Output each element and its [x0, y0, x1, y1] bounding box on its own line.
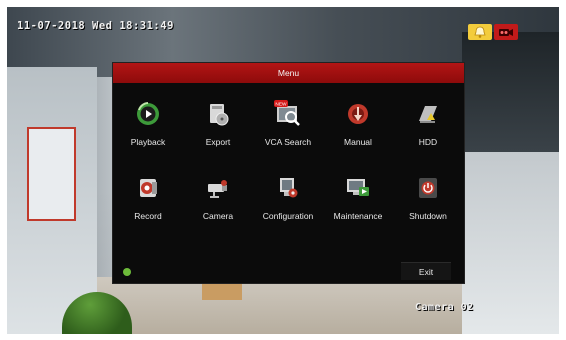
menu-item-record[interactable]: Record	[113, 157, 183, 231]
osd-datetime: 11-07-2018 Wed 18:31:49	[17, 20, 174, 32]
maintenance-icon	[343, 173, 373, 203]
vca-search-icon: NEW	[273, 99, 303, 129]
menu-item-label: Camera	[202, 211, 234, 221]
shutdown-icon	[413, 173, 443, 203]
status-indicator-icon	[123, 268, 131, 276]
menu-item-label: Shutdown	[409, 211, 447, 221]
camera-alert-icon	[494, 24, 518, 40]
menu-item-manual[interactable]: Manual	[323, 83, 393, 157]
menu-item-camera[interactable]: Camera	[183, 157, 253, 231]
exit-button[interactable]: Exit	[401, 262, 451, 280]
camera-icon	[203, 173, 233, 203]
feed-wall-right	[462, 152, 559, 334]
osd-status-icons	[468, 24, 518, 40]
menu-item-playback[interactable]: Playback	[113, 83, 183, 157]
osd-camera-label: Camera 02	[415, 302, 474, 313]
feed-box	[202, 282, 242, 300]
feed-floor	[97, 277, 462, 334]
menu-item-label: Maintenance	[333, 211, 383, 221]
new-badge-text: NEW	[275, 102, 287, 108]
menu-item-maintenance[interactable]: Maintenance	[323, 157, 393, 231]
main-menu-dialog: Menu Playback Export NEW VCA Search Manu…	[113, 63, 464, 283]
menu-item-label: Configuration	[262, 211, 314, 221]
menu-item-shutdown[interactable]: Shutdown	[393, 157, 463, 231]
menu-item-label: Export	[205, 137, 231, 147]
menu-item-vca-search[interactable]: NEW VCA Search	[253, 83, 323, 157]
menu-item-label: HDD	[418, 137, 438, 147]
hdd-icon	[413, 99, 443, 129]
menu-item-label: Playback	[130, 137, 166, 147]
menu-title: Menu	[113, 63, 464, 83]
menu-item-configuration[interactable]: Configuration	[253, 157, 323, 231]
export-icon	[203, 99, 233, 129]
menu-item-hdd[interactable]: HDD	[393, 83, 463, 157]
feed-door	[27, 127, 76, 221]
bell-icon	[468, 24, 492, 40]
feed-window	[462, 32, 559, 152]
configuration-icon	[273, 173, 303, 203]
menu-item-label: VCA Search	[264, 137, 312, 147]
record-icon	[133, 173, 163, 203]
playback-icon	[133, 99, 163, 129]
manual-icon	[343, 99, 373, 129]
menu-item-label: Record	[134, 211, 162, 221]
menu-grid: Playback Export NEW VCA Search Manual HD…	[113, 83, 464, 231]
menu-item-label: Manual	[344, 137, 372, 147]
menu-item-export[interactable]: Export	[183, 83, 253, 157]
